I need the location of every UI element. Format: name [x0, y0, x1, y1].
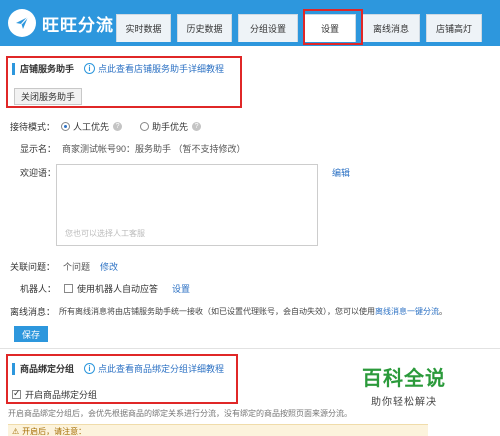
binding-note: 开启商品绑定分组后，会优先根据商品的绑定关系进行分流，没有绑定的商品按照页面来源…: [8, 409, 352, 418]
help-icon[interactable]: ?: [113, 122, 123, 131]
binding-warning-text: 开启后，请注意：: [22, 427, 87, 436]
robot-settings-link[interactable]: 设置: [172, 282, 190, 295]
robot-label: 机器人：: [20, 284, 57, 294]
welcome-edit-row: 编辑: [332, 166, 350, 179]
save-button[interactable]: 保存: [14, 326, 48, 342]
related-count: 个问题: [63, 262, 91, 272]
section-bar: [12, 362, 15, 375]
tab-group-settings[interactable]: 分组设置: [238, 14, 298, 42]
assistant-help-link[interactable]: 点此查看店铺服务助手详细教程: [98, 62, 224, 75]
related-row: 关联问题： 个问题 修改: [10, 260, 118, 273]
tab-label: 店铺高灯: [435, 24, 472, 34]
help-icon[interactable]: ?: [192, 122, 202, 131]
tab-shop-lights[interactable]: 店铺高灯: [426, 14, 482, 42]
display-name-label: 显示名：: [20, 144, 57, 154]
mode-assistant-radio[interactable]: [140, 122, 150, 131]
mode-assistant-label: 助手优先: [152, 122, 189, 132]
robot-checkbox-label: 使用机器人自动应答: [77, 284, 159, 294]
warning-icon: ⚠: [12, 427, 20, 436]
tab-history-data[interactable]: 历史数据: [177, 14, 232, 42]
logo-icon: [8, 9, 36, 37]
watermark: 百科全说 助你轻松解决: [362, 362, 446, 408]
display-name-row: 显示名： 商家测试帐号90：服务助手 （暂不支持修改）: [20, 142, 246, 155]
top-header: 旺旺分流 实时数据 历史数据 分组设置 设置 离线消息 店铺高灯: [0, 0, 500, 46]
watermark-subtitle: 助你轻松解决: [371, 397, 437, 408]
offline-text-end: 。: [439, 307, 448, 316]
info-icon: i: [84, 363, 96, 374]
assistant-section-header: 店铺服务助手 i 点此查看店铺服务助手详细教程: [12, 62, 224, 75]
binding-help-link[interactable]: 点此查看商品绑定分组详细教程: [98, 362, 224, 375]
close-assistant-button-label: 关闭服务助手: [20, 92, 75, 102]
section-bar: [12, 62, 15, 75]
save-button-label: 保存: [21, 329, 40, 340]
binding-checkbox-label: 开启商品绑定分组: [25, 390, 98, 400]
tab-label: 历史数据: [186, 24, 223, 34]
welcome-label-row: 欢迎语：: [20, 166, 56, 179]
related-edit-link[interactable]: 修改: [100, 260, 118, 273]
mode-manual-label: 人工优先: [73, 122, 110, 132]
tab-label: 分组设置: [249, 24, 286, 34]
reception-mode-label: 接待模式：: [10, 122, 56, 132]
close-assistant-button[interactable]: 关闭服务助手: [14, 88, 82, 105]
tab-label: 离线消息: [372, 24, 409, 34]
tab-realtime-data[interactable]: 实时数据: [116, 14, 171, 42]
robot-checkbox[interactable]: [64, 284, 74, 293]
main-tabs: 实时数据 历史数据 分组设置 设置 离线消息 店铺高灯: [116, 14, 488, 42]
robot-row: 机器人： 使用机器人自动应答 设置: [20, 282, 190, 295]
binding-checkbox[interactable]: [12, 388, 21, 399]
welcome-placeholder: 您也可以选择人工客服: [65, 229, 145, 238]
watermark-title: 百科全说: [362, 368, 446, 390]
app-logo[interactable]: 旺旺分流: [8, 9, 114, 37]
welcome-textarea[interactable]: 您也可以选择人工客服: [56, 164, 318, 246]
offline-label: 离线消息：: [10, 307, 56, 317]
highlight-settings-tab: [303, 9, 363, 45]
reception-mode-row: 接待模式： 人工优先 ? 助手优先 ?: [10, 120, 202, 133]
section-divider: [0, 348, 500, 349]
binding-checkbox-row: 开启商品绑定分组: [12, 388, 97, 401]
app-logo-text: 旺旺分流: [42, 15, 114, 35]
tab-label: 实时数据: [125, 24, 162, 34]
offline-text: 所有离线消息将由店铺服务助手统一接收（如已设置代理账号，会自动失效），您可以使用: [59, 307, 376, 316]
related-label: 关联问题：: [10, 262, 56, 272]
welcome-label: 欢迎语：: [20, 168, 57, 178]
welcome-edit-link[interactable]: 编辑: [332, 166, 350, 179]
binding-section-title: 商品绑定分组: [20, 364, 75, 374]
offline-row: 离线消息： 所有离线消息将由店铺服务助手统一接收（如已设置代理账号，会自动失效）…: [10, 305, 447, 318]
binding-section-header: 商品绑定分组 i 点此查看商品绑定分组详细教程: [12, 362, 224, 375]
binding-warning: ⚠ 开启后，请注意：: [8, 424, 428, 436]
offline-split-link[interactable]: 离线消息一键分流: [375, 306, 439, 317]
tab-offline-messages[interactable]: 离线消息: [362, 14, 420, 42]
display-name-value: 商家测试帐号90：服务助手 （暂不支持修改）: [62, 144, 246, 154]
info-icon: i: [84, 63, 96, 74]
assistant-section-title: 店铺服务助手: [20, 64, 75, 74]
mode-manual-radio[interactable]: [61, 122, 71, 131]
